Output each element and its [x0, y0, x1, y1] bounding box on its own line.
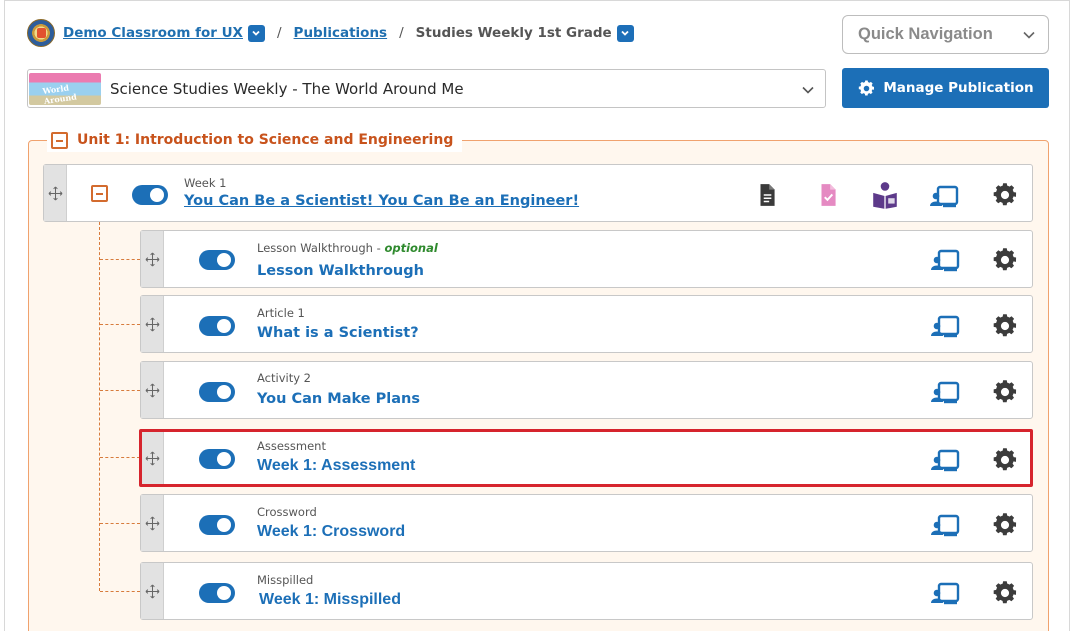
tree-connector [100, 324, 140, 325]
chevron-down-icon [1023, 31, 1035, 39]
item-visibility-toggle[interactable] [199, 583, 235, 603]
drag-handle[interactable] [141, 231, 164, 287]
week-title-link[interactable]: You Can Be a Scientist! You Can Be an En… [184, 193, 579, 209]
breadcrumb-classroom-link[interactable]: Demo Classroom for UX [63, 25, 243, 41]
drag-handle[interactable] [141, 362, 164, 418]
item-visibility-toggle[interactable] [199, 382, 235, 402]
item-visibility-toggle[interactable] [199, 449, 235, 469]
gear-icon[interactable] [991, 181, 1019, 209]
item-title-link[interactable]: Week 1: Crossword [257, 523, 405, 541]
item-label: Activity 2 [257, 371, 311, 385]
item-title-link[interactable]: Week 1: Assessment [257, 457, 415, 475]
week-row: Week 1 You Can Be a Scientist! You Can B… [43, 164, 1033, 222]
quick-navigation-select[interactable]: Quick Navigation [842, 15, 1049, 54]
quick-navigation-label: Quick Navigation [858, 25, 993, 43]
list-item: Article 1 What is a Scientist? [140, 295, 1033, 353]
publication-dropdown-button[interactable] [616, 24, 634, 42]
assign-to-class-icon[interactable] [930, 578, 960, 608]
item-visibility-toggle[interactable] [199, 250, 235, 270]
unit-title: Unit 1: Introduction to Science and Engi… [77, 132, 454, 148]
collapse-unit-icon[interactable] [51, 131, 68, 149]
breadcrumb-separator: / [399, 25, 404, 41]
list-item: Activity 2 You Can Make Plans [140, 361, 1033, 419]
unit-header: Unit 1: Introduction to Science and Engi… [47, 128, 463, 152]
manage-publication-label: Manage Publication [883, 80, 1034, 96]
move-icon [145, 451, 159, 465]
drag-handle[interactable] [141, 296, 164, 352]
assign-to-class-icon[interactable] [930, 445, 960, 475]
chevron-down-icon [621, 30, 629, 36]
move-icon [145, 516, 159, 530]
breadcrumb-current: Studies Weekly 1st Grade [415, 25, 612, 41]
breadcrumb: Demo Classroom for UX / Publications / S… [27, 18, 634, 48]
publication-select[interactable]: Science Studies Weekly - The World Aroun… [27, 69, 826, 108]
move-icon [145, 584, 159, 598]
gear-icon[interactable] [991, 246, 1019, 274]
tree-connector [100, 390, 140, 391]
answer-key-icon[interactable] [815, 182, 841, 208]
drag-handle[interactable] [141, 563, 164, 619]
tree-connector [99, 222, 100, 591]
breadcrumb-publications-link[interactable]: Publications [294, 25, 388, 41]
item-visibility-toggle[interactable] [199, 515, 235, 535]
manage-publication-button[interactable]: Manage Publication [842, 68, 1049, 108]
publication-select-value: Science Studies Weekly - The World Aroun… [110, 79, 464, 98]
item-title-link[interactable]: You Can Make Plans [257, 391, 420, 407]
item-label: Lesson Walkthrough - optional [257, 241, 438, 255]
assign-to-class-icon[interactable] [930, 510, 960, 540]
tree-connector [100, 591, 140, 592]
gear-icon[interactable] [991, 312, 1019, 340]
breadcrumb-separator: / [276, 25, 282, 41]
chevron-down-icon [802, 86, 814, 94]
gear-icon[interactable] [991, 511, 1019, 539]
assign-to-class-icon[interactable] [930, 377, 960, 407]
classroom-logo-icon [27, 19, 55, 47]
move-icon [145, 317, 159, 331]
item-title-link[interactable]: What is a Scientist? [257, 325, 419, 341]
item-label-text: Lesson Walkthrough [257, 241, 373, 255]
item-label: Article 1 [257, 306, 305, 320]
assign-to-class-icon[interactable] [929, 181, 959, 211]
move-icon [48, 186, 62, 200]
optional-separator: - [372, 241, 385, 255]
tree-connector [100, 523, 140, 524]
assign-to-class-icon[interactable] [930, 245, 960, 275]
item-label: Misspilled [257, 573, 314, 587]
document-icon[interactable] [754, 182, 780, 208]
week-visibility-toggle[interactable] [132, 185, 168, 205]
list-item-assessment: Assessment Week 1: Assessment [140, 430, 1033, 486]
list-item: Misspilled Week 1: Misspilled [140, 562, 1033, 620]
drag-handle[interactable] [44, 165, 67, 221]
item-label: Assessment [257, 439, 326, 453]
gear-icon[interactable] [991, 579, 1019, 607]
classroom-dropdown-button[interactable] [247, 24, 265, 42]
gear-icon[interactable] [991, 378, 1019, 406]
week-label: Week 1 [184, 176, 227, 190]
item-visibility-toggle[interactable] [199, 316, 235, 336]
chevron-down-icon [252, 30, 261, 36]
item-title-link[interactable]: Lesson Walkthrough [257, 263, 424, 279]
tree-connector [100, 259, 140, 260]
gear-icon[interactable] [991, 446, 1019, 474]
gear-icon [859, 80, 875, 95]
assign-to-class-icon[interactable] [930, 311, 960, 341]
move-icon [145, 252, 159, 266]
drag-handle[interactable] [141, 431, 164, 485]
item-label: Crossword [257, 505, 317, 519]
item-title-link[interactable]: Week 1: Misspilled [259, 591, 401, 609]
optional-tag: optional [384, 241, 438, 255]
collapse-week-icon[interactable] [91, 185, 108, 202]
list-item: Crossword Week 1: Crossword [140, 494, 1033, 552]
drag-handle[interactable] [141, 495, 164, 551]
publication-thumbnail [29, 72, 101, 105]
tree-connector [100, 457, 140, 458]
list-item: Lesson Walkthrough - optional Lesson Wal… [140, 230, 1033, 288]
move-icon [145, 383, 159, 397]
reading-student-icon[interactable] [870, 181, 900, 209]
